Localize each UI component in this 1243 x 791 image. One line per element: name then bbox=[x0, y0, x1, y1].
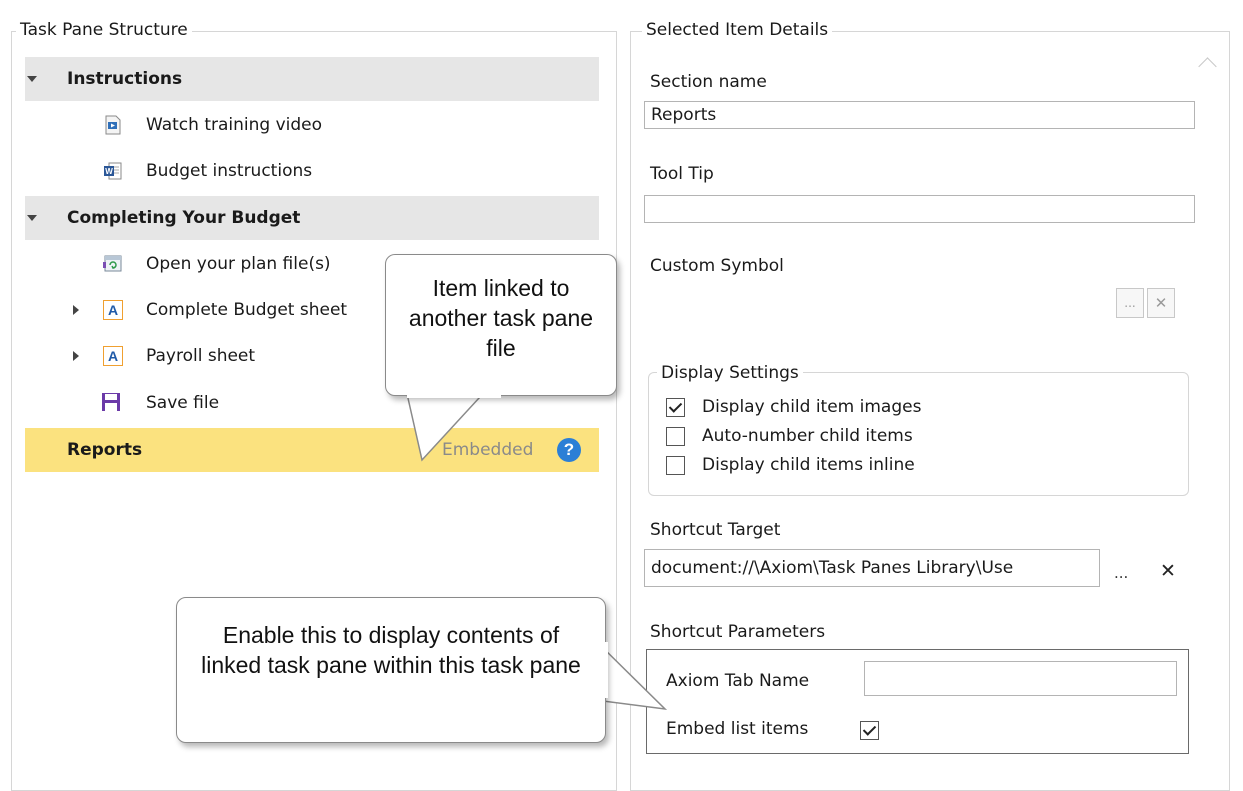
tree-item-watch-training-video[interactable]: Watch training video bbox=[25, 103, 599, 147]
axiom-tab-name-input[interactable] bbox=[864, 661, 1177, 696]
shortcut-target-input[interactable] bbox=[644, 549, 1100, 587]
callout-linked-item: Item linked to another task pane file bbox=[385, 254, 617, 396]
help-icon[interactable]: ? bbox=[557, 438, 581, 462]
callout-pointer-linked bbox=[404, 384, 493, 462]
tree-section-instructions[interactable]: Instructions bbox=[25, 57, 599, 101]
collapse-caret-icon[interactable] bbox=[73, 305, 79, 315]
expand-caret-icon[interactable] bbox=[27, 215, 37, 221]
tree-section-label: Instructions bbox=[67, 69, 183, 89]
tool-tip-label: Tool Tip bbox=[650, 164, 714, 184]
custom-symbol-label: Custom Symbol bbox=[650, 256, 784, 276]
word-doc-icon: W bbox=[104, 162, 122, 180]
axiom-sheet-icon: A bbox=[103, 346, 123, 366]
auto-number-label: Auto-number child items bbox=[702, 426, 913, 446]
tree-item-label: Payroll sheet bbox=[146, 346, 256, 366]
shortcut-target-label: Shortcut Target bbox=[650, 520, 781, 540]
auto-number-checkbox[interactable] bbox=[666, 427, 685, 446]
axiom-sheet-icon: A bbox=[103, 300, 123, 320]
video-icon bbox=[105, 115, 121, 135]
tree-section-label: Reports bbox=[67, 440, 143, 460]
display-settings-title: Display Settings bbox=[657, 363, 803, 383]
collapse-caret-icon[interactable] bbox=[73, 351, 79, 361]
tree-item-label: Watch training video bbox=[146, 115, 323, 135]
custom-symbol-clear-button[interactable]: ✕ bbox=[1147, 288, 1175, 318]
section-name-label: Section name bbox=[650, 72, 767, 92]
callout-embed-list: Enable this to display contents of linke… bbox=[176, 597, 606, 743]
checkmark-icon bbox=[862, 722, 877, 736]
shortcut-target-clear-button[interactable]: ✕ bbox=[1160, 560, 1176, 582]
tree-item-budget-instructions[interactable]: W Budget instructions bbox=[25, 149, 599, 193]
open-plan-icon bbox=[103, 255, 122, 272]
svg-text:W: W bbox=[105, 167, 113, 176]
expand-caret-icon[interactable] bbox=[27, 76, 37, 82]
display-child-images-label: Display child item images bbox=[702, 397, 922, 417]
checkmark-icon bbox=[668, 399, 683, 413]
callout-pointer-embed bbox=[594, 638, 668, 711]
display-inline-checkbox[interactable] bbox=[666, 456, 685, 475]
selected-item-details-title: Selected Item Details bbox=[642, 20, 833, 40]
axiom-tab-name-label: Axiom Tab Name bbox=[666, 671, 810, 691]
display-child-images-checkbox[interactable] bbox=[666, 398, 685, 417]
tool-tip-input[interactable] bbox=[644, 195, 1195, 223]
custom-symbol-browse-button[interactable]: ... bbox=[1116, 288, 1144, 318]
tree-item-label: Budget instructions bbox=[146, 161, 313, 181]
tree-section-reports[interactable]: Reports Embedded ? bbox=[25, 428, 599, 472]
section-name-input[interactable] bbox=[644, 101, 1195, 129]
tree-item-label: Open your plan file(s) bbox=[146, 254, 331, 274]
shortcut-target-browse-button[interactable]: ... bbox=[1114, 564, 1128, 582]
callout-pointer-embed-cover bbox=[598, 642, 608, 698]
callout-pointer-linked-cover bbox=[407, 388, 501, 398]
embed-list-items-checkbox[interactable] bbox=[860, 721, 879, 740]
tree-item-label: Complete Budget sheet bbox=[146, 300, 348, 320]
save-icon bbox=[102, 393, 120, 411]
tree-section-completing-budget[interactable]: Completing Your Budget bbox=[25, 196, 599, 240]
callout-embed-text: Enable this to display contents of linke… bbox=[201, 622, 581, 678]
shortcut-parameters-label: Shortcut Parameters bbox=[650, 622, 826, 642]
tree-item-label: Save file bbox=[146, 393, 220, 413]
embed-list-items-label: Embed list items bbox=[666, 719, 809, 739]
display-inline-label: Display child items inline bbox=[702, 455, 915, 475]
callout-linked-text: Item linked to another task pane file bbox=[408, 275, 594, 361]
tree-section-label: Completing Your Budget bbox=[67, 208, 301, 228]
task-pane-structure-title: Task Pane Structure bbox=[16, 20, 192, 40]
